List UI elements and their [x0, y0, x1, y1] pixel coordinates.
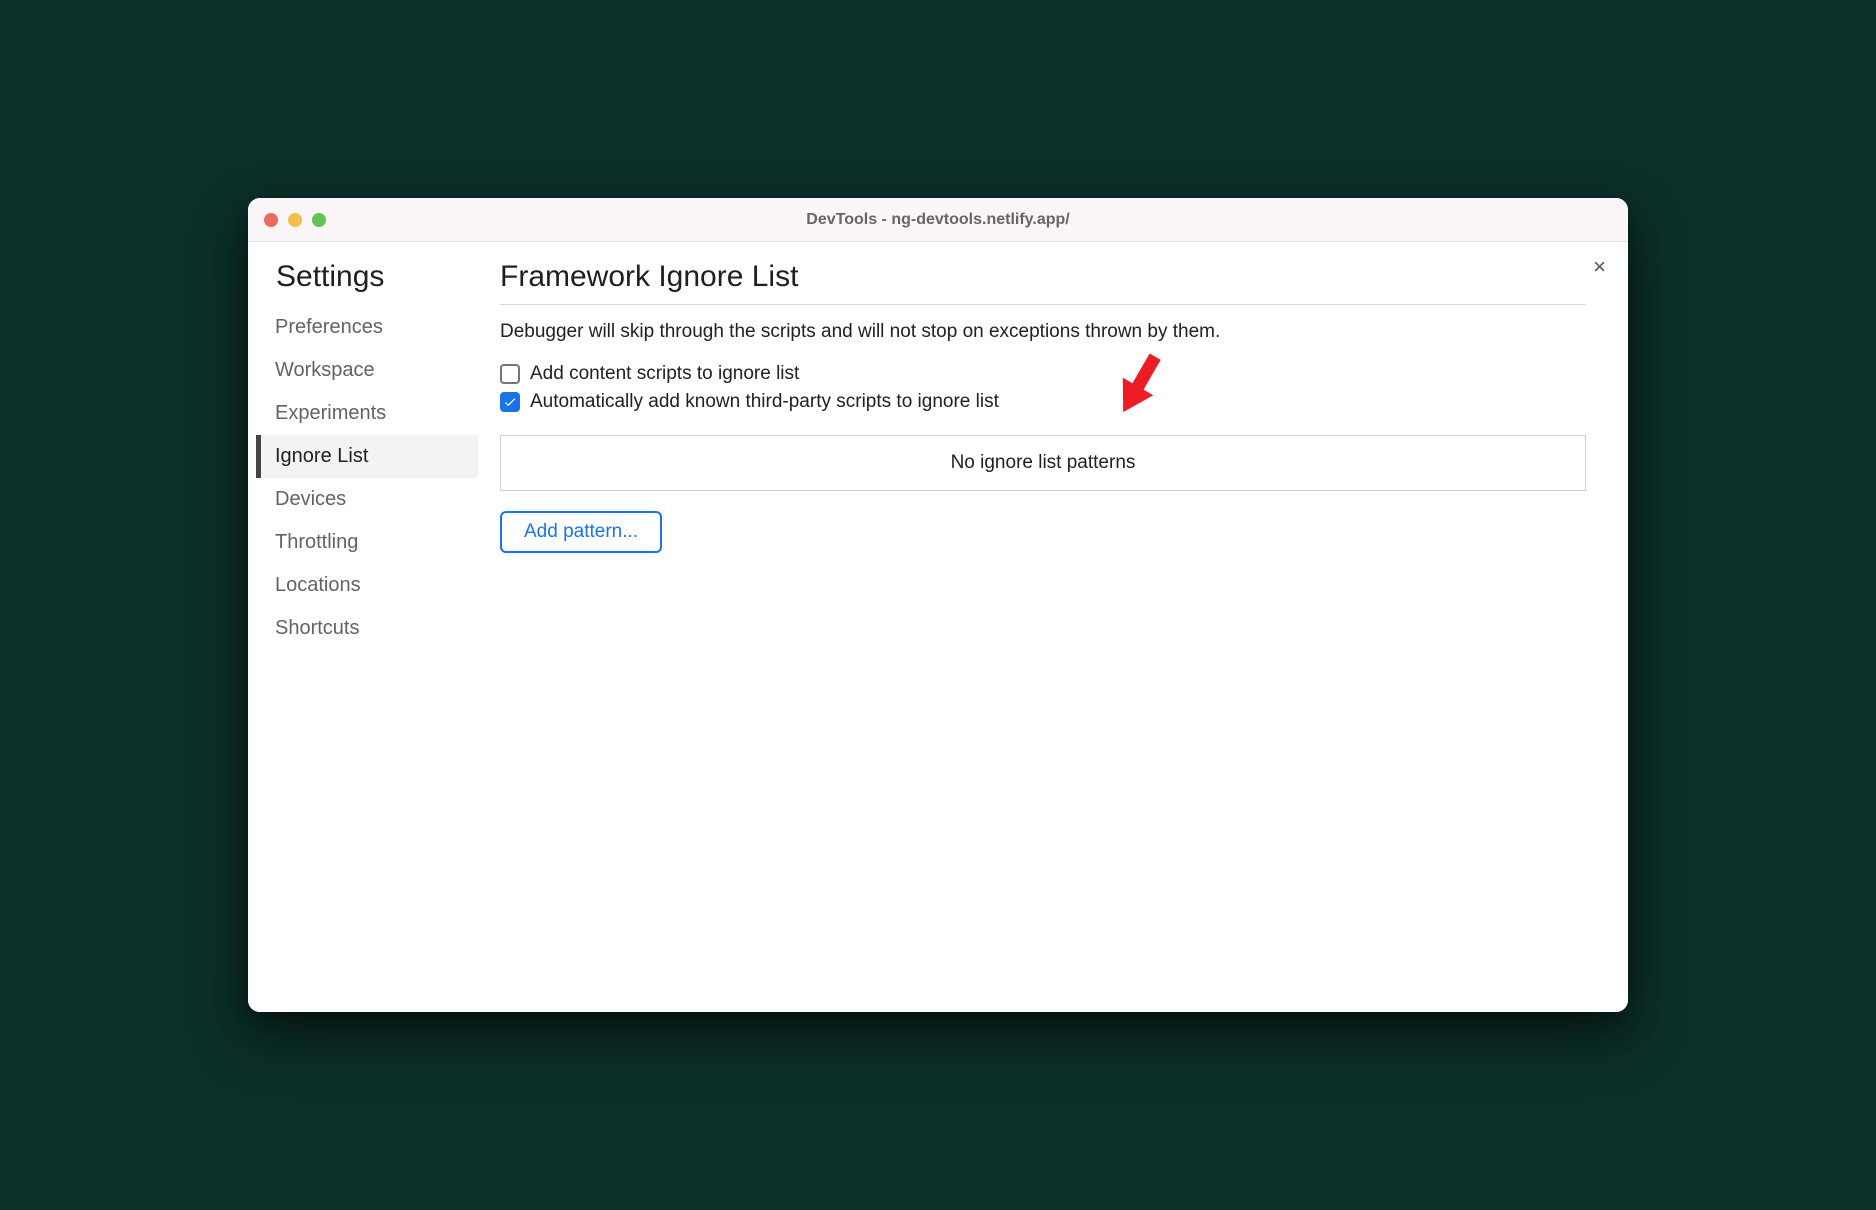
sidebar-item-experiments[interactable]: Experiments: [256, 392, 478, 435]
sidebar-item-throttling[interactable]: Throttling: [256, 521, 478, 564]
arrow-annotation-icon: [1100, 343, 1180, 429]
checkbox-third-party-scripts[interactable]: Automatically add known third-party scri…: [500, 391, 1586, 413]
settings-panel: × Settings Preferences Workspace Experim…: [248, 242, 1628, 1012]
sidebar-item-ignore-list[interactable]: Ignore List: [256, 435, 478, 478]
add-pattern-label: Add pattern...: [524, 521, 638, 542]
empty-patterns-text: No ignore list patterns: [951, 452, 1136, 473]
checkbox-content-scripts[interactable]: Add content scripts to ignore list: [500, 363, 1586, 385]
sidebar-item-locations[interactable]: Locations: [256, 564, 478, 607]
devtools-window: DevTools - ng-devtools.netlify.app/ × Se…: [248, 198, 1628, 1012]
sidebar-item-label: Preferences: [275, 316, 383, 338]
checkbox-input[interactable]: [500, 364, 520, 384]
sidebar-item-label: Ignore List: [275, 445, 368, 467]
minimize-window-button[interactable]: [288, 213, 302, 227]
checkbox-label: Automatically add known third-party scri…: [530, 391, 999, 413]
sidebar-item-workspace[interactable]: Workspace: [256, 349, 478, 392]
close-settings-button[interactable]: ×: [1593, 256, 1606, 278]
sidebar-item-preferences[interactable]: Preferences: [256, 306, 478, 349]
window-title: DevTools - ng-devtools.netlify.app/: [248, 211, 1628, 229]
sidebar-item-label: Locations: [275, 574, 361, 596]
sidebar-item-label: Throttling: [275, 531, 358, 553]
sidebar-item-shortcuts[interactable]: Shortcuts: [256, 607, 478, 650]
checkbox-label: Add content scripts to ignore list: [530, 363, 799, 385]
checkbox-input[interactable]: [500, 392, 520, 412]
add-pattern-button[interactable]: Add pattern...: [500, 511, 662, 553]
traffic-lights: [264, 213, 326, 227]
window-titlebar: DevTools - ng-devtools.netlify.app/: [248, 198, 1628, 242]
sidebar-item-label: Devices: [275, 488, 346, 510]
sidebar-item-devices[interactable]: Devices: [256, 478, 478, 521]
sidebar-item-label: Shortcuts: [275, 617, 359, 639]
settings-main: Framework Ignore List Debugger will skip…: [478, 242, 1628, 1012]
close-window-button[interactable]: [264, 213, 278, 227]
ignore-list-patterns-box: No ignore list patterns: [500, 435, 1586, 491]
maximize-window-button[interactable]: [312, 213, 326, 227]
settings-sidebar: Settings Preferences Workspace Experimen…: [248, 242, 478, 1012]
page-title: Framework Ignore List: [500, 260, 1586, 305]
sidebar-item-label: Workspace: [275, 359, 375, 381]
sidebar-item-label: Experiments: [275, 402, 386, 424]
page-description: Debugger will skip through the scripts a…: [500, 321, 1586, 343]
sidebar-title: Settings: [266, 260, 478, 306]
